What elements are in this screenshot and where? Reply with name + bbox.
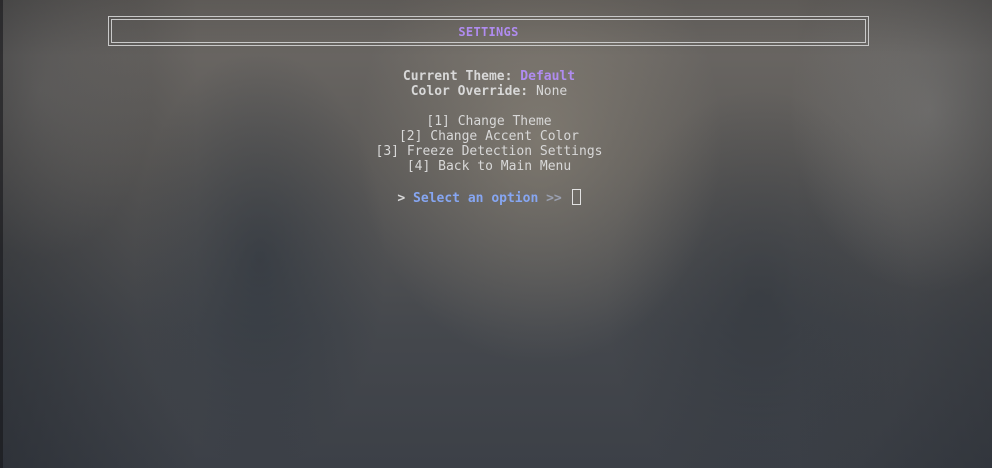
color-override-value: None [535,84,568,99]
color-override-label: Color Override: [410,84,529,99]
menu-item-key: [4] [406,159,431,174]
settings-header-box: SETTINGS [108,16,869,46]
text-cursor[interactable] [571,189,581,205]
prompt-chevrons: >> [546,191,562,206]
color-override-row: Color Override: None [0,84,978,99]
prompt-text: Select an option [413,191,539,206]
settings-panel: Current Theme: Default Color Override: N… [0,69,978,206]
menu-item-change-accent-color[interactable]: [2] Change Accent Color [0,129,978,144]
menu-item-key: [2] [398,129,423,144]
prompt-arrow-icon: > [397,191,406,206]
menu-item-freeze-detection-settings[interactable]: [3] Freeze Detection Settings [0,144,978,159]
menu-item-label: Freeze Detection Settings [406,144,603,159]
menu-item-change-theme[interactable]: [1] Change Theme [0,114,978,129]
menu-item-key: [3] [375,144,399,159]
current-theme-label: Current Theme: [402,69,513,84]
option-prompt[interactable]: > Select an option >> [0,189,978,206]
menu-item-label: Back to Main Menu [438,159,572,174]
menu-item-back-to-main-menu[interactable]: [4] Back to Main Menu [0,159,978,174]
menu-item-label: Change Accent Color [430,129,580,144]
menu-item-label: Change Theme [457,114,552,129]
menu-item-key: [1] [426,114,450,129]
current-theme-row: Current Theme: Default [0,69,978,84]
page-title: SETTINGS [458,25,519,39]
current-theme-value: Default [520,69,576,84]
